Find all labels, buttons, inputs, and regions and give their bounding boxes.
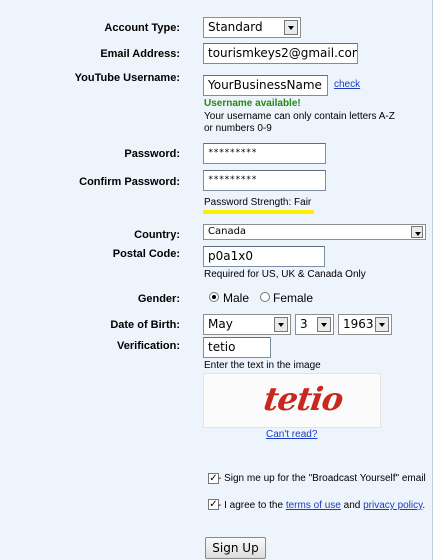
gender-label: Gender:	[137, 293, 180, 305]
username-available-message: Username available!	[204, 98, 301, 109]
country-label: Country:	[134, 229, 180, 241]
terms-and: and	[340, 500, 364, 511]
chevron-down-icon	[317, 317, 331, 332]
verification-label: Verification:	[117, 340, 180, 352]
postal-code-hint: Required for US, UK & Canada Only	[204, 269, 366, 280]
date-of-birth-label: Date of Birth:	[110, 319, 180, 331]
dob-day-select[interactable]: 3	[295, 314, 334, 335]
gender-female-label: Female	[273, 291, 314, 305]
captcha-text: tetio	[261, 380, 346, 418]
chevron-down-icon	[284, 20, 298, 35]
email-field[interactable]: tourismkeys2@gmail.com	[203, 43, 358, 64]
country-value: Canada	[208, 226, 247, 237]
postal-code-field[interactable]: p0a1x0	[203, 246, 325, 267]
verification-field[interactable]: tetio	[203, 337, 271, 358]
privacy-policy-link[interactable]: privacy policy	[363, 500, 422, 511]
password-strength-text: Password Strength: Fair	[204, 197, 312, 208]
account-type-value: Standard	[208, 20, 263, 34]
signup-panel: Account Type: Standard Email Address: to…	[0, 0, 433, 560]
username-field[interactable]: YourBusinessName	[203, 75, 328, 96]
username-label: YouTube Username:	[74, 72, 180, 84]
password-label: Password:	[124, 148, 180, 160]
chevron-down-icon	[274, 317, 288, 332]
dob-year-select[interactable]: 1963	[338, 314, 392, 335]
account-type-label: Account Type:	[104, 22, 180, 34]
email-label: Email Address:	[100, 48, 180, 60]
confirm-password-label: Confirm Password:	[79, 176, 180, 188]
terms-agreement-text: - I agree to the terms of use and privac…	[204, 499, 428, 512]
terms-of-use-link[interactable]: terms of use	[286, 500, 341, 511]
check-username-link[interactable]: check	[334, 79, 360, 90]
dob-month-value: May	[208, 317, 233, 331]
password-field[interactable]: *********	[203, 143, 326, 164]
captcha-image: tetio	[203, 373, 381, 428]
account-type-select[interactable]: Standard	[203, 17, 301, 38]
username-hint: Your username can only contain letters A…	[204, 111, 395, 134]
verification-hint: Enter the text in the image	[204, 360, 321, 371]
gender-male-label: Male	[223, 291, 250, 305]
terms-end: .	[422, 500, 426, 511]
gender-male-radio[interactable]	[209, 292, 219, 302]
postal-code-label: Postal Code:	[112, 248, 180, 260]
dob-month-select[interactable]: May	[203, 314, 291, 335]
gender-female-radio[interactable]	[260, 292, 270, 302]
terms-prefix: - I agree to the	[218, 500, 286, 511]
password-strength-bar	[203, 210, 314, 214]
chevron-down-icon	[375, 317, 389, 332]
cant-read-link[interactable]: Can't read?	[266, 429, 317, 440]
confirm-password-field[interactable]: *********	[203, 170, 326, 191]
country-select[interactable]: Canada	[203, 224, 426, 240]
dob-day-value: 3	[300, 317, 308, 331]
dob-year-value: 1963	[343, 317, 374, 331]
sign-up-button[interactable]: Sign Up	[205, 537, 266, 559]
chevron-down-icon	[411, 226, 423, 238]
broadcast-signup-text: - Sign me up for the "Broadcast Yourself…	[218, 473, 426, 484]
